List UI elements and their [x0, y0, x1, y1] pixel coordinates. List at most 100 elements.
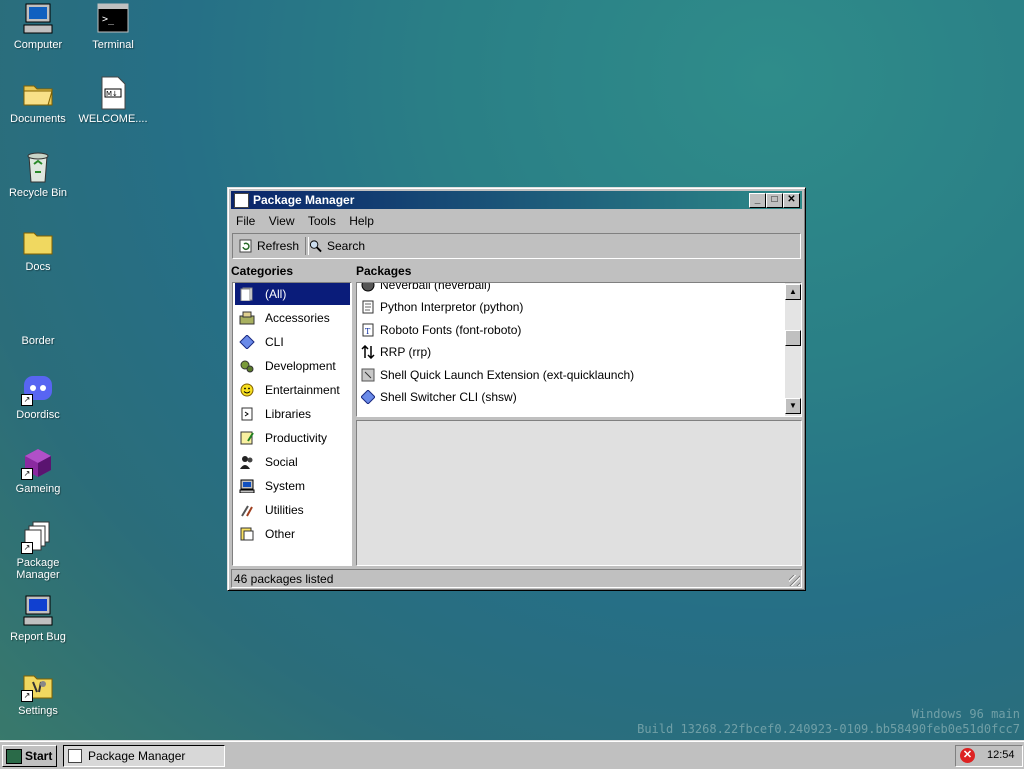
terminal-icon: >_: [96, 2, 130, 36]
svg-text:>_: >_: [102, 14, 115, 25]
desktop-icon-recycle-bin[interactable]: Recycle Bin: [0, 150, 76, 199]
folder-icon: [21, 224, 55, 258]
other-icon: [240, 527, 254, 541]
shortcut-arrow-icon: ↗: [21, 468, 33, 480]
category-item-entertainment[interactable]: Entertainment: [235, 379, 350, 401]
category-item-productivity[interactable]: Productivity: [235, 427, 350, 449]
scroll-up-button[interactable]: ▲: [785, 284, 801, 300]
desktop-icon-label: Settings: [18, 705, 58, 717]
desktop-icon-package-manager[interactable]: ↗ Package Manager: [0, 520, 76, 581]
settings-icon: ↗: [21, 668, 55, 702]
start-logo-icon: [6, 749, 22, 764]
desktop-icon-computer[interactable]: Computer: [0, 2, 76, 51]
refresh-label: Refresh: [257, 239, 300, 253]
desktop-icon-label: Gameing: [15, 483, 61, 495]
svg-text:M↓: M↓: [106, 90, 118, 98]
category-item-development[interactable]: Development: [235, 355, 350, 377]
desktop-icon-doordisc[interactable]: ↗ Doordisc: [0, 372, 76, 421]
ball-icon: [361, 283, 375, 292]
package-manager-icon: [234, 193, 249, 208]
extension-icon: [361, 368, 375, 382]
package-label: Neverball (neverball): [380, 282, 491, 292]
window-title: Package Manager: [253, 193, 355, 207]
search-label: Search: [327, 239, 366, 253]
category-item-accessories[interactable]: Accessories: [235, 307, 350, 329]
status-text: 46 packages listed: [234, 572, 334, 586]
desktop-icon-label: Recycle Bin: [8, 187, 68, 199]
package-label: Roboto Fonts (font-roboto): [380, 323, 522, 337]
desktop-icon-terminal[interactable]: >_ Terminal: [75, 2, 151, 51]
desktop-icon-documents[interactable]: Documents: [0, 76, 76, 125]
desktop-icon-label: Border: [21, 335, 55, 347]
menu-file[interactable]: File: [231, 211, 260, 231]
diamond-icon: [361, 390, 375, 404]
package-manager-icon: [68, 749, 82, 763]
category-label: (All): [265, 287, 287, 301]
category-item-social[interactable]: Social: [235, 451, 350, 473]
maximize-button[interactable]: □: [766, 193, 783, 208]
scroll-thumb[interactable]: [785, 330, 801, 346]
taskbar-item-package-manager[interactable]: Package Manager: [63, 745, 225, 767]
package-label: RRP (rrp): [380, 345, 432, 359]
title-bar[interactable]: Package Manager _ □ ✕: [231, 191, 802, 209]
start-button[interactable]: Start: [2, 745, 57, 767]
menu-tools[interactable]: Tools: [303, 211, 341, 231]
recycle-bin-icon: [21, 150, 55, 184]
desktop-icon-settings[interactable]: ↗ Settings: [0, 668, 76, 717]
folder-open-icon: [21, 76, 55, 110]
minimize-button[interactable]: _: [749, 193, 766, 208]
category-item-system[interactable]: System: [235, 475, 350, 497]
document-icon: [362, 300, 374, 314]
desktop-icon-label: Package Manager: [16, 557, 60, 581]
shortcut-arrow-icon: ↗: [21, 542, 33, 554]
menu-bar: File View Tools Help: [231, 211, 802, 231]
error-icon[interactable]: ✕: [960, 748, 975, 763]
start-label: Start: [25, 749, 53, 763]
desktop-icon-welcome[interactable]: M↓ WELCOME....: [75, 76, 151, 125]
toolbar: Refresh Search: [232, 233, 801, 259]
build-watermark-line1: Windows 96 main: [911, 707, 1020, 721]
desktop-icon-label: Docs: [25, 261, 51, 273]
desktop-icon-label: WELCOME....: [78, 113, 148, 125]
category-item-libraries[interactable]: Libraries: [235, 403, 350, 425]
discord-icon: ↗: [21, 372, 55, 406]
desktop-icon-label: Terminal: [92, 39, 134, 51]
smiley-icon: [240, 383, 254, 397]
resize-grip[interactable]: [789, 575, 800, 586]
vertical-scrollbar[interactable]: ▲ ▼: [785, 283, 801, 416]
package-label: Python Interpretor (python): [380, 300, 524, 314]
category-label: Social: [265, 455, 298, 469]
category-label: Utilities: [265, 503, 304, 517]
desktop-icon-docs[interactable]: Docs: [0, 224, 76, 273]
category-label: Other: [265, 527, 296, 541]
development-icon: [240, 360, 254, 373]
category-list: (All) Accessories CLI Development Entert…: [232, 282, 352, 566]
category-item-all[interactable]: (All): [235, 283, 350, 305]
category-item-utilities[interactable]: Utilities: [235, 499, 350, 521]
category-label: Accessories: [265, 311, 330, 325]
category-item-other[interactable]: Other: [235, 523, 350, 545]
menu-help[interactable]: Help: [344, 211, 379, 231]
desktop-icon-report-bug[interactable]: Report Bug: [0, 594, 76, 643]
package-manager-window[interactable]: Package Manager _ □ ✕ File View Tools He…: [227, 187, 806, 591]
markdown-file-icon: M↓: [96, 76, 130, 110]
notepad-icon: [240, 431, 254, 445]
desktop-icon-gameing[interactable]: ↗ Gameing: [0, 446, 76, 495]
category-item-cli[interactable]: CLI: [235, 331, 350, 353]
scroll-down-button[interactable]: ▼: [785, 398, 801, 414]
desktop-icon-label: Doordisc: [16, 409, 60, 421]
search-button[interactable]: Search: [305, 237, 365, 255]
system-icon: [239, 479, 255, 493]
category-label: Development: [265, 359, 336, 373]
refresh-button[interactable]: Refresh: [235, 237, 299, 255]
taskbar: Start Package Manager ✕ 12:54: [0, 740, 1024, 769]
category-label: Libraries: [265, 407, 312, 421]
computer-bug-icon: [21, 594, 55, 628]
game-cube-icon: ↗: [21, 446, 55, 480]
close-button[interactable]: ✕: [783, 193, 800, 208]
menu-view[interactable]: View: [264, 211, 300, 231]
desktop-icon-border[interactable]: Border: [0, 298, 76, 347]
package-list[interactable]: Neverball (neverball) Python Interpretor…: [356, 282, 802, 417]
taskbar-item-label: Package Manager: [88, 749, 186, 763]
accessories-icon: [239, 311, 255, 325]
